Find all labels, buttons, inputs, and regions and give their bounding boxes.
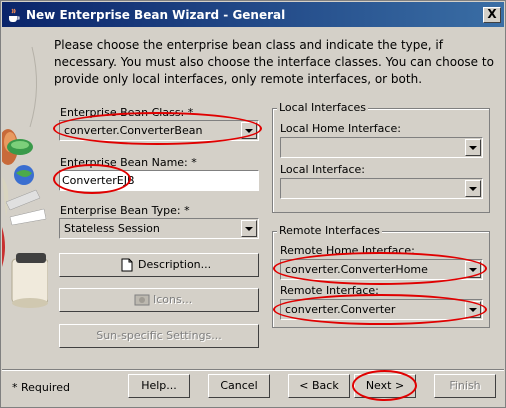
picture-icon bbox=[134, 294, 150, 306]
java-cup-icon bbox=[9, 8, 20, 22]
back-button[interactable]: < Back bbox=[288, 374, 350, 398]
footer-separator bbox=[2, 369, 504, 371]
bean-name-input[interactable] bbox=[62, 172, 254, 188]
icons-button[interactable]: Icons... bbox=[59, 288, 259, 312]
back-label: < Back bbox=[299, 379, 339, 392]
finish-label: Finish bbox=[449, 379, 481, 392]
cancel-button[interactable]: Cancel bbox=[208, 374, 270, 398]
bean-name-field[interactable] bbox=[59, 170, 259, 191]
next-label: Next > bbox=[365, 379, 405, 392]
icons-label: Icons... bbox=[153, 293, 193, 306]
bean-type-value: Stateless Session bbox=[64, 222, 160, 235]
dropdown-arrow-icon[interactable] bbox=[465, 301, 481, 318]
dropdown-arrow-icon[interactable] bbox=[465, 180, 481, 197]
bean-class-label: Enterprise Bean Class: * bbox=[60, 106, 194, 119]
local-interface-label: Local Interface: bbox=[280, 163, 365, 176]
sun-settings-button[interactable]: Sun-specific Settings... bbox=[59, 324, 259, 348]
finish-button[interactable]: Finish bbox=[434, 374, 496, 398]
window-title: New Enterprise Bean Wizard - General bbox=[26, 8, 286, 22]
wizard-window: New Enterprise Bean Wizard - General X P… bbox=[0, 0, 506, 408]
bean-name-label: Enterprise Bean Name: * bbox=[60, 156, 197, 169]
remote-interfaces-title: Remote Interfaces bbox=[277, 224, 382, 237]
sun-settings-label: Sun-specific Settings... bbox=[96, 329, 222, 342]
close-icon: X bbox=[487, 7, 497, 21]
title-bar[interactable]: New Enterprise Bean Wizard - General X bbox=[2, 2, 504, 27]
description-button[interactable]: Description... bbox=[59, 253, 259, 277]
dropdown-arrow-icon[interactable] bbox=[241, 122, 257, 139]
local-home-combo[interactable] bbox=[280, 137, 483, 158]
document-icon bbox=[121, 258, 133, 272]
help-label: Help... bbox=[141, 379, 177, 392]
remote-interface-combo[interactable]: converter.Converter bbox=[280, 299, 483, 320]
dropdown-arrow-icon[interactable] bbox=[465, 261, 481, 278]
remote-home-combo[interactable]: converter.ConverterHome bbox=[280, 259, 483, 280]
wizard-graphic bbox=[2, 27, 48, 369]
bean-class-combo[interactable]: converter.ConverterBean bbox=[59, 120, 259, 141]
required-note: * Required bbox=[12, 381, 70, 394]
bean-type-combo[interactable]: Stateless Session bbox=[59, 218, 259, 239]
bean-type-label: Enterprise Bean Type: * bbox=[60, 204, 190, 217]
bean-class-value: converter.ConverterBean bbox=[64, 124, 203, 137]
remote-interface-label: Remote Interface: bbox=[280, 284, 379, 297]
close-button[interactable]: X bbox=[483, 7, 501, 23]
cancel-label: Cancel bbox=[220, 379, 258, 392]
intro-text: Please choose the enterprise bean class … bbox=[54, 38, 494, 86]
local-home-label: Local Home Interface: bbox=[280, 122, 401, 135]
local-interfaces-title: Local Interfaces bbox=[277, 101, 368, 114]
description-label: Description... bbox=[138, 258, 212, 271]
remote-home-label: Remote Home Interface: bbox=[280, 244, 415, 257]
dropdown-arrow-icon[interactable] bbox=[465, 139, 481, 156]
help-button[interactable]: Help... bbox=[128, 374, 190, 398]
next-button[interactable]: Next > bbox=[354, 374, 416, 398]
local-interface-combo[interactable] bbox=[280, 178, 483, 199]
dropdown-arrow-icon[interactable] bbox=[241, 220, 257, 237]
remote-interface-value: converter.Converter bbox=[285, 303, 396, 316]
remote-home-value: converter.ConverterHome bbox=[285, 263, 428, 276]
